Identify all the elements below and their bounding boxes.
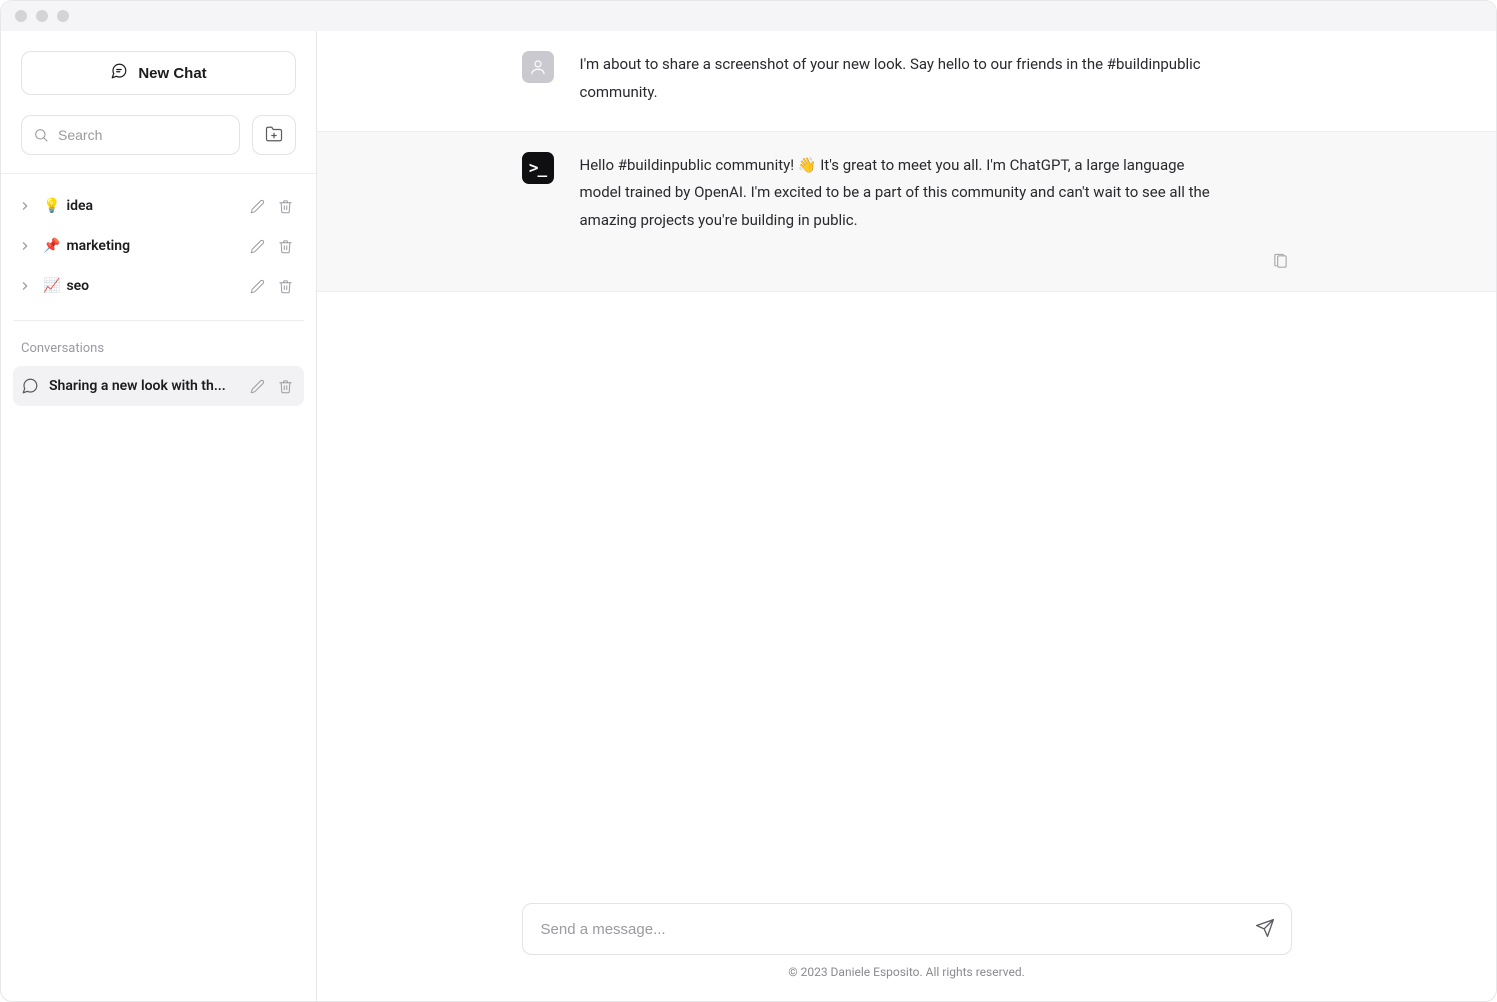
edit-folder-button[interactable] <box>246 275 268 297</box>
footer-text: © 2023 Daniele Esposito. All rights rese… <box>317 955 1496 993</box>
delete-folder-button[interactable] <box>274 275 296 297</box>
conversation-item[interactable]: Sharing a new look with th... <box>13 366 304 406</box>
folder-emoji: 📈 <box>43 278 60 294</box>
assistant-message: >_ Hello #buildinpublic community! 👋 It'… <box>317 131 1496 292</box>
folder-label: marketing <box>66 238 240 254</box>
user-avatar <box>522 51 554 83</box>
sidebar: New Chat <box>1 31 317 1001</box>
assistant-message-text: Hello #buildinpublic community! 👋 It's g… <box>580 152 1220 235</box>
new-chat-label: New Chat <box>138 65 206 82</box>
delete-conversation-button[interactable] <box>274 375 296 397</box>
folder-item-idea[interactable]: 💡 idea <box>13 186 304 226</box>
new-folder-button[interactable] <box>252 115 296 155</box>
chevron-right-icon <box>21 202 35 210</box>
composer-area: © 2023 Daniele Esposito. All rights rese… <box>317 903 1496 1001</box>
edit-folder-button[interactable] <box>246 235 268 257</box>
folder-item-marketing[interactable]: 📌 marketing <box>13 226 304 266</box>
conversation-title: Sharing a new look with th... <box>49 378 236 394</box>
folder-plus-icon <box>265 125 283 146</box>
copy-message-button[interactable] <box>1270 251 1292 273</box>
user-message-text: I'm about to share a screenshot of your … <box>580 51 1220 107</box>
chat-bubble-icon <box>21 377 39 395</box>
chat-thread: I'm about to share a screenshot of your … <box>317 31 1496 903</box>
search-input[interactable] <box>21 115 240 155</box>
bot-avatar: >_ <box>522 152 554 184</box>
folder-emoji: 💡 <box>43 198 60 214</box>
folder-label: idea <box>66 198 240 214</box>
window-minimize-dot[interactable] <box>36 10 48 22</box>
delete-folder-button[interactable] <box>274 195 296 217</box>
folder-label: seo <box>66 278 240 294</box>
conversations-heading: Conversations <box>1 321 316 366</box>
window-close-dot[interactable] <box>15 10 27 22</box>
main-panel: I'm about to share a screenshot of your … <box>317 31 1496 1001</box>
edit-folder-button[interactable] <box>246 195 268 217</box>
folder-item-seo[interactable]: 📈 seo <box>13 266 304 306</box>
chat-bubble-icon <box>110 62 128 84</box>
send-button[interactable] <box>1248 912 1282 946</box>
folder-emoji: 📌 <box>43 238 60 254</box>
chevron-right-icon <box>21 242 35 250</box>
message-input[interactable] <box>522 903 1292 955</box>
search-field[interactable] <box>21 115 240 155</box>
titlebar <box>1 1 1496 31</box>
send-icon <box>1255 918 1275 941</box>
edit-conversation-button[interactable] <box>246 375 268 397</box>
new-chat-button[interactable]: New Chat <box>21 51 296 95</box>
user-message: I'm about to share a screenshot of your … <box>317 31 1496 131</box>
chevron-right-icon <box>21 282 35 290</box>
delete-folder-button[interactable] <box>274 235 296 257</box>
window-zoom-dot[interactable] <box>57 10 69 22</box>
app-window: New Chat <box>0 0 1497 1002</box>
folder-list: 💡 idea 📌 marketing <box>1 174 316 306</box>
